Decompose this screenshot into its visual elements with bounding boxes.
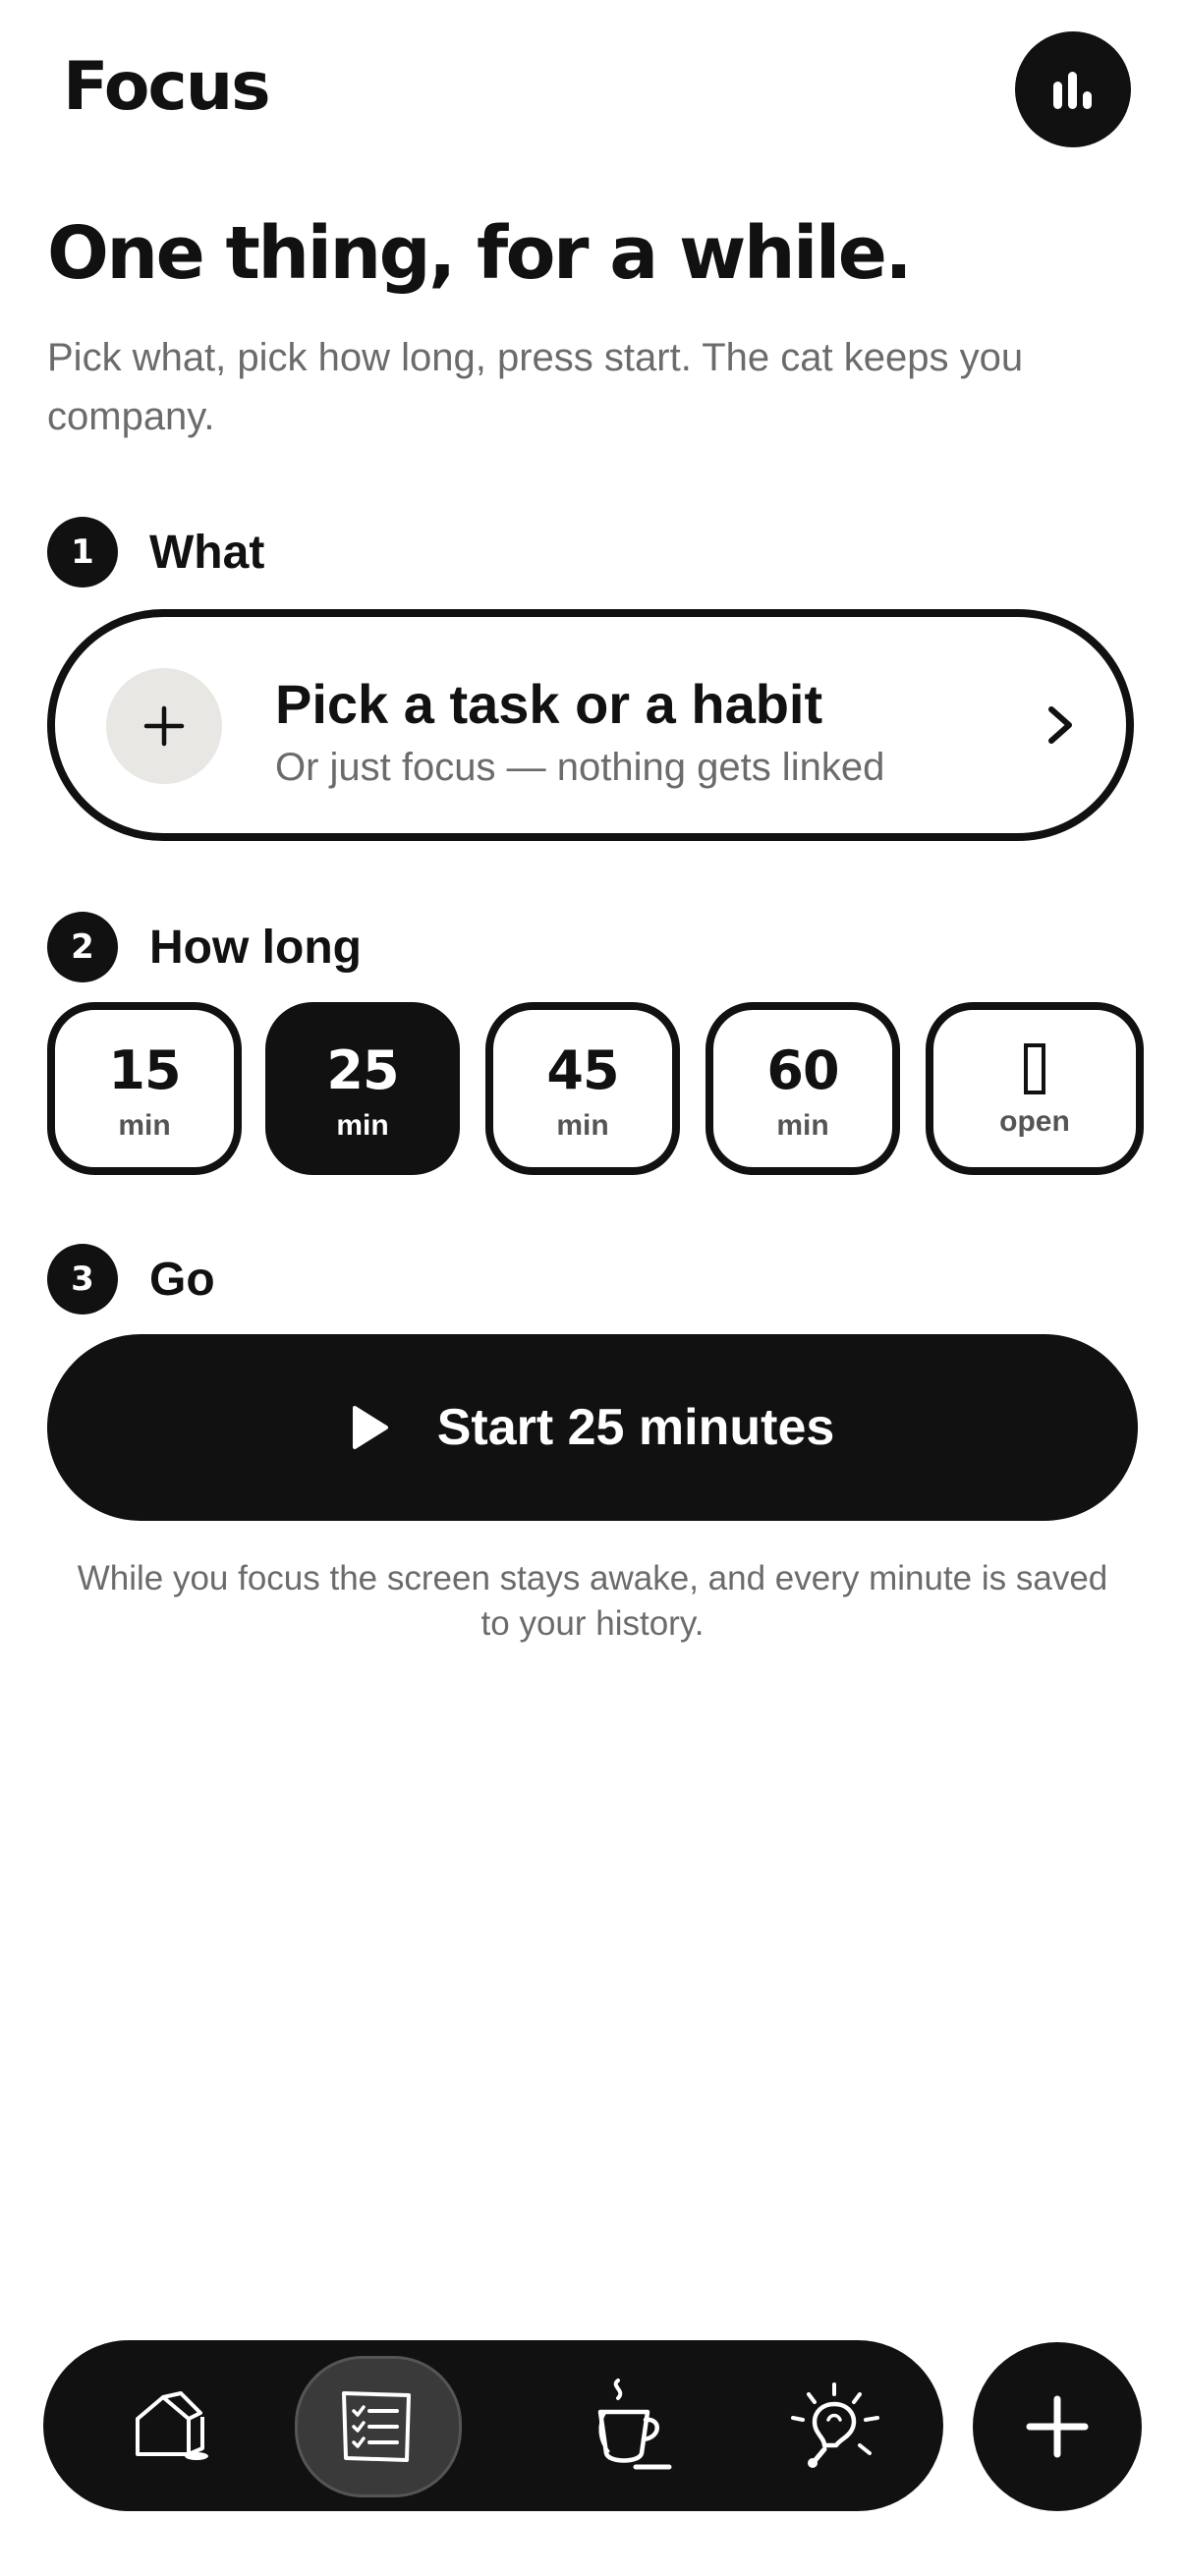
play-icon bbox=[352, 1406, 388, 1449]
picker-subtitle: Or just focus — nothing gets linked bbox=[275, 746, 885, 789]
duration-value: 25 bbox=[326, 1039, 399, 1101]
step-label: What bbox=[149, 526, 265, 579]
duration-unit: min bbox=[776, 1109, 829, 1142]
step-what: 1 What bbox=[47, 517, 264, 588]
duration-options: 15 min 25 min 45 min 60 min open bbox=[47, 1002, 1144, 1175]
nav-item-list[interactable] bbox=[293, 2340, 462, 2511]
start-button-label: Start 25 minutes bbox=[436, 1399, 835, 1456]
page-headline: One thing, for a while. bbox=[47, 211, 913, 296]
add-button[interactable] bbox=[973, 2342, 1142, 2511]
checklist-icon bbox=[342, 2391, 411, 2462]
duration-option-45[interactable]: 45 min bbox=[485, 1002, 680, 1175]
plus-icon bbox=[1026, 2395, 1089, 2458]
house-icon bbox=[136, 2391, 208, 2460]
chevron-right-icon bbox=[1048, 706, 1072, 744]
plus-icon bbox=[106, 668, 222, 784]
picker-title: Pick a task or a habit bbox=[275, 673, 823, 735]
nav-item-focus[interactable] bbox=[546, 2340, 713, 2511]
task-picker-button[interactable]: Pick a task or a habit Or just focus — n… bbox=[47, 609, 1134, 841]
focus-note: While you focus the screen stays awake, … bbox=[77, 1559, 1108, 1643]
step-number: 1 bbox=[47, 517, 118, 588]
bar-chart-icon bbox=[1053, 72, 1092, 109]
coffee-cup-icon bbox=[597, 2379, 672, 2470]
duration-option-open[interactable]: open bbox=[926, 1002, 1144, 1175]
duration-value: 60 bbox=[766, 1039, 839, 1101]
step-how-long: 2 How long bbox=[47, 912, 362, 982]
step-number: 3 bbox=[47, 1244, 118, 1315]
duration-unit: min bbox=[336, 1109, 389, 1142]
duration-unit: min bbox=[118, 1109, 171, 1142]
step-label: Go bbox=[149, 1253, 215, 1306]
step-number: 2 bbox=[47, 912, 118, 982]
duration-value: 45 bbox=[546, 1039, 619, 1101]
duration-option-60[interactable]: 60 min bbox=[705, 1002, 900, 1175]
duration-unit: min bbox=[556, 1109, 609, 1142]
bottom-nav bbox=[43, 2340, 943, 2511]
lightbulb-icon bbox=[791, 2382, 879, 2468]
duration-value: 15 bbox=[108, 1039, 181, 1101]
nav-item-ideas[interactable] bbox=[751, 2340, 918, 2511]
stats-button[interactable] bbox=[1015, 31, 1131, 147]
infinity-glyph-icon bbox=[1024, 1043, 1045, 1094]
duration-option-25[interactable]: 25 min bbox=[265, 1002, 460, 1175]
step-go: 3 Go bbox=[47, 1244, 215, 1315]
page-subtitle: Pick what, pick how long, press start. T… bbox=[47, 336, 1024, 438]
duration-option-15[interactable]: 15 min bbox=[47, 1002, 242, 1175]
start-button[interactable]: Start 25 minutes bbox=[47, 1334, 1138, 1521]
nav-item-home[interactable] bbox=[83, 2340, 250, 2511]
duration-unit: open bbox=[999, 1105, 1070, 1138]
step-label: How long bbox=[149, 921, 362, 974]
app-title: Focus bbox=[63, 48, 271, 126]
